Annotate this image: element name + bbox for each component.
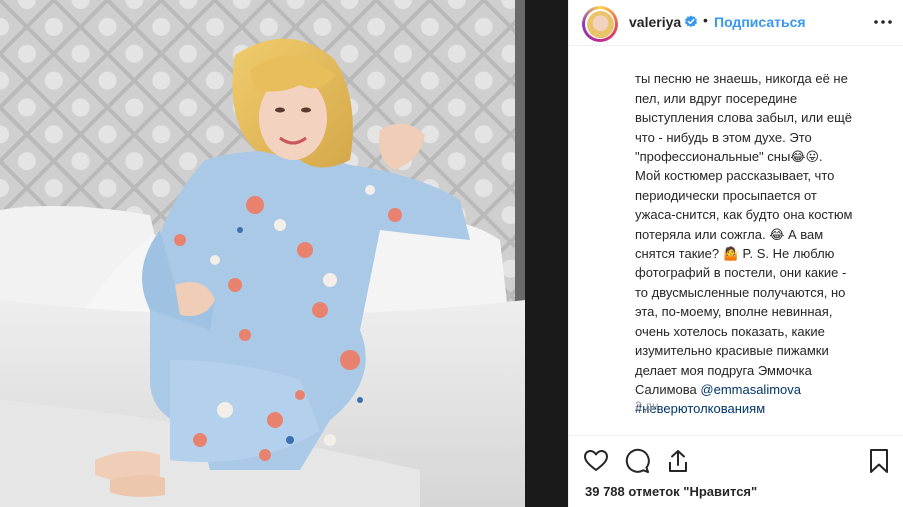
post-timestamp[interactable]: 2 дн. [635, 399, 662, 413]
likes-count[interactable]: 39 788 отметок "Нравится" [585, 484, 757, 499]
share-icon[interactable] [665, 448, 691, 474]
subscribe-button[interactable]: Подписаться [714, 14, 806, 30]
heart-icon[interactable] [583, 448, 609, 474]
avatar-image [586, 10, 614, 38]
verified-badge-icon [685, 15, 697, 28]
header-separator: • [703, 12, 708, 28]
mention-link[interactable]: @emmasalimova [700, 382, 801, 397]
post-photo-illustration [0, 0, 568, 507]
comment-icon[interactable] [624, 448, 650, 474]
caption-text: ты песню не знаешь, никогда её не пел, и… [635, 71, 853, 397]
bookmark-icon[interactable] [866, 448, 892, 474]
more-options-icon[interactable] [871, 10, 895, 34]
post-sidebar: valeriya • Подписаться ты песню не знаеш… [568, 0, 903, 507]
post-photo[interactable] [0, 0, 568, 507]
post-header: valeriya • Подписаться [569, 0, 903, 46]
post-caption: ты песню не знаешь, никогда её не пел, и… [635, 50, 885, 419]
avatar-ring [585, 9, 615, 39]
post-actions-bar: 39 788 отметок "Нравится" [569, 435, 903, 507]
username-link[interactable]: valeriya [629, 14, 681, 30]
avatar[interactable] [582, 6, 618, 42]
